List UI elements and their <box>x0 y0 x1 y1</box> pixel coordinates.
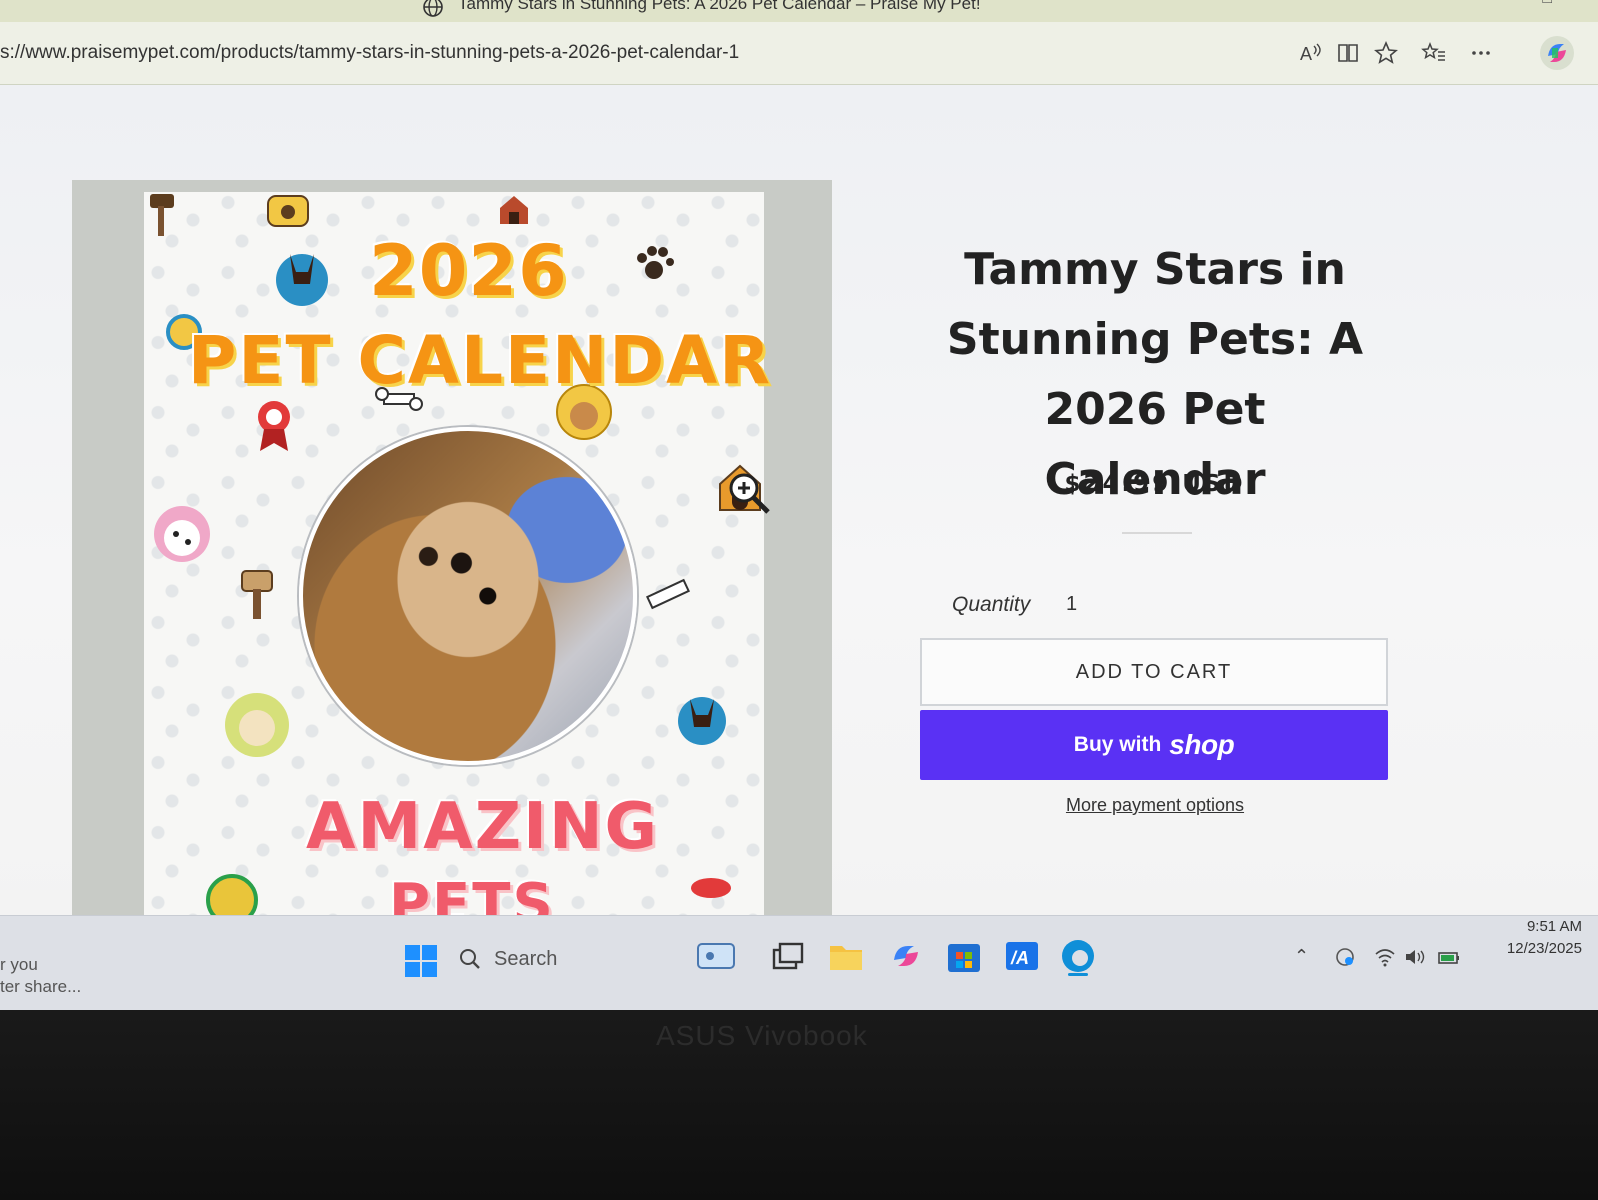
url-field[interactable]: s://www.praisemypet.com/products/tammy-s… <box>0 36 1280 70</box>
divider <box>1122 532 1192 534</box>
notification-preview[interactable]: r you ter share... <box>0 954 81 998</box>
cover-subtitle-amazing: AMAZING <box>306 790 660 864</box>
svg-text:/A: /A <box>1010 948 1029 968</box>
zoom-in-icon[interactable] <box>726 470 772 516</box>
file-explorer-icon[interactable] <box>826 936 866 976</box>
buy-with-shop-button[interactable]: Buy with shop <box>920 710 1388 780</box>
favorites-list-icon[interactable] <box>1421 40 1447 66</box>
laptop-bezel: ASUS Vivobook <box>0 1010 1598 1200</box>
food-bowl-icon <box>691 878 731 898</box>
puppy-sticker-icon <box>225 693 289 757</box>
buy-with-label: Buy with <box>1073 733 1162 756</box>
task-view-icon[interactable] <box>768 936 808 976</box>
brush-sticker-icon <box>150 194 174 236</box>
clock-date: 12/23/2025 <box>1506 940 1582 957</box>
clock-time: 9:51 AM <box>1526 918 1582 935</box>
quantity-input[interactable]: 1 <box>1066 593 1077 616</box>
globe-icon <box>423 0 443 17</box>
edge-browser-icon[interactable] <box>1058 936 1098 976</box>
doghouse-sticker-icon <box>500 196 528 224</box>
taskbar-search[interactable]: Search <box>458 938 678 980</box>
dalmatian-sticker-icon <box>154 506 210 562</box>
add-to-cart-button[interactable]: ADD TO CART <box>920 638 1388 706</box>
window-title: Tammy Stars in Stunning Pets: A 2026 Pet… <box>458 0 981 13</box>
taskbar: r you ter share... Search /A ⌃ 9:51 AM 1… <box>0 915 1598 1010</box>
add-to-cart-label: ADD TO CART <box>1075 660 1233 683</box>
system-clock[interactable]: 9:51 AM 12/23/2025 <box>1470 916 1582 960</box>
onedrive-icon[interactable] <box>1334 946 1356 968</box>
notification-line-2: ter share... <box>0 977 82 996</box>
product-page: 2026 PET CALENDAR AMAZING PETS Tammy Sta… <box>0 85 1598 920</box>
laptop-brand-logo: ASUS Vivobook <box>656 1020 868 1051</box>
wifi-icon[interactable] <box>1374 946 1396 968</box>
calendar-cover-image: 2026 PET CALENDAR AMAZING PETS <box>144 192 770 920</box>
window-controls[interactable]: — □ <box>1491 0 1552 8</box>
bone-sticker-icon <box>646 578 690 610</box>
product-price: $24.99 USD <box>1064 471 1246 497</box>
copilot-button[interactable] <box>1540 36 1574 70</box>
immersive-reader-icon[interactable] <box>1336 40 1362 66</box>
ball-sticker-icon <box>206 874 258 920</box>
battery-icon[interactable] <box>1438 946 1460 968</box>
product-image-gallery[interactable]: 2026 PET CALENDAR AMAZING PETS <box>72 180 832 920</box>
screen: Tammy Stars in Stunning Pets: A 2026 Pet… <box>0 0 1598 1010</box>
read-aloud-icon[interactable]: A <box>1298 40 1324 66</box>
grooming-brush-icon <box>241 570 273 619</box>
paw-print-icon <box>637 246 674 279</box>
doberman-sticker-icon <box>276 254 328 306</box>
app-launcher-icon[interactable]: /A <box>1002 936 1042 976</box>
shop-logo-text: shop <box>1169 729 1235 760</box>
widgets-icon[interactable] <box>696 936 736 976</box>
chevron-up-icon[interactable]: ⌃ <box>1294 946 1316 968</box>
window-title-bar: Tammy Stars in Stunning Pets: A 2026 Pet… <box>0 0 1598 22</box>
more-icon[interactable] <box>1468 40 1494 66</box>
doberman-sticker-icon <box>678 697 726 745</box>
notification-line-1: r you <box>0 955 38 974</box>
more-payment-options-link[interactable]: More payment options <box>1030 795 1280 816</box>
cover-title: PET CALENDAR <box>188 322 773 399</box>
paw-badge-sticker-icon <box>267 195 309 227</box>
cover-subtitle-pets: PETS <box>389 872 555 920</box>
quantity-label: Quantity <box>952 593 1031 616</box>
search-placeholder: Search <box>494 947 558 970</box>
windows-start-icon[interactable] <box>404 944 438 978</box>
volume-icon[interactable] <box>1404 946 1426 968</box>
cover-year: 2026 <box>369 230 568 312</box>
favorite-star-icon[interactable] <box>1373 40 1399 66</box>
copilot-icon <box>1548 44 1566 62</box>
svg-text:A: A <box>1300 44 1312 64</box>
microsoft-store-icon[interactable] <box>944 936 984 976</box>
dog-photo <box>299 427 637 765</box>
search-icon <box>460 949 480 969</box>
award-ribbon-icon <box>258 401 290 451</box>
copilot-app-icon[interactable] <box>886 936 926 976</box>
address-bar: s://www.praisemypet.com/products/tammy-s… <box>0 22 1598 85</box>
